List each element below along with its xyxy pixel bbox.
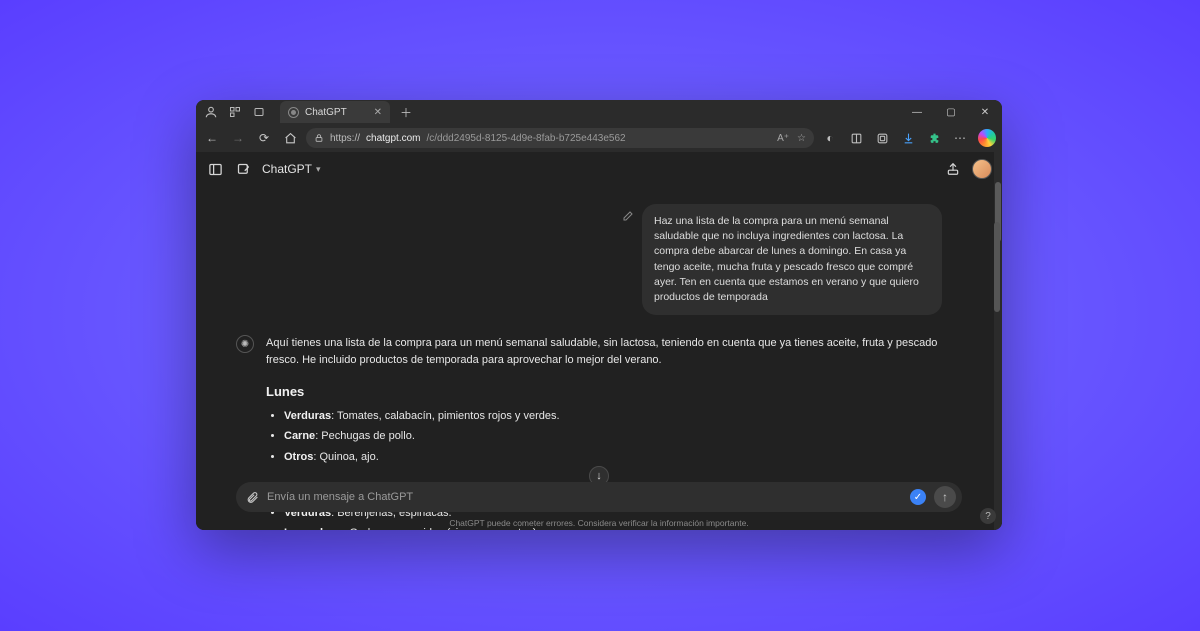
browser-essentials-icon[interactable]: [872, 128, 892, 148]
extensions-icon[interactable]: [924, 128, 944, 148]
more-icon[interactable]: ⋯: [950, 128, 970, 148]
new-tab-button[interactable]: ＋: [396, 102, 416, 122]
url-box[interactable]: https:// chatgpt.com/c/ddd2495d-8125-4d9e…: [306, 128, 814, 148]
assistant-avatar-icon: ✺: [236, 335, 254, 353]
assistant-intro-text: Aquí tienes una lista de la compra para …: [266, 335, 942, 368]
item-value: : Quinoa, ajo.: [313, 451, 378, 463]
list-item: Verduras: Tomates, calabacín, pimientos …: [284, 408, 942, 425]
nav-refresh-button[interactable]: ⟳: [254, 128, 274, 148]
url-scheme: https://: [330, 133, 360, 144]
list-item: Otros: Quinoa, ajo.: [284, 449, 942, 466]
attach-file-icon[interactable]: [246, 491, 259, 504]
disclaimer-text: ChatGPT puede cometer errores. Considera…: [196, 518, 1002, 528]
chevron-down-icon: ▾: [316, 164, 321, 175]
url-right-icons: A⁺ ☆: [777, 133, 806, 144]
url-host: chatgpt.com: [366, 133, 420, 144]
nav-home-button[interactable]: [280, 128, 300, 148]
message-composer: ✓ ↑: [236, 482, 962, 512]
item-label: Carne: [284, 430, 315, 442]
tab-actions-icon[interactable]: [252, 105, 266, 119]
share-icon[interactable]: [944, 160, 962, 178]
url-path: /c/ddd2495d-8125-4d9e-8fab-b725e443e562: [427, 133, 626, 144]
user-avatar[interactable]: [972, 159, 992, 179]
window-titlebar: ChatGPT ✕ ＋ — ▢ ✕: [196, 100, 1002, 124]
copilot-icon[interactable]: [978, 129, 996, 147]
model-selector[interactable]: ChatGPT ▾: [262, 162, 321, 176]
edit-message-icon[interactable]: [622, 210, 634, 222]
app-header: ChatGPT ▾: [196, 152, 1002, 186]
message-input[interactable]: [267, 491, 902, 503]
window-minimize-button[interactable]: —: [900, 100, 934, 124]
item-label: Otros: [284, 451, 313, 463]
verified-badge-icon[interactable]: ✓: [910, 489, 926, 505]
lock-icon: [314, 133, 324, 143]
model-label: ChatGPT: [262, 162, 312, 176]
read-aloud-icon[interactable]: A⁺: [777, 133, 789, 144]
chat-scrollbar[interactable]: [994, 222, 1000, 312]
help-label: ?: [985, 511, 991, 522]
window-maximize-button[interactable]: ▢: [934, 100, 968, 124]
user-message-row: Haz una lista de la compra para un menú …: [236, 204, 942, 315]
day-list-lunes: Verduras: Tomates, calabacín, pimientos …: [266, 408, 942, 466]
profile-icon[interactable]: [204, 105, 218, 119]
user-message-text: Haz una lista de la compra para un menú …: [654, 215, 919, 303]
tab-favicon-icon: [288, 107, 299, 118]
window-controls: — ▢ ✕: [900, 100, 1002, 124]
collections-icon[interactable]: [846, 128, 866, 148]
new-chat-icon[interactable]: [234, 160, 252, 178]
tab-title: ChatGPT: [305, 107, 347, 118]
browser-tab[interactable]: ChatGPT ✕: [280, 101, 390, 123]
workspaces-icon[interactable]: [228, 105, 242, 119]
sidebar-toggle-icon[interactable]: [206, 160, 224, 178]
favorite-icon[interactable]: ☆: [797, 133, 806, 144]
browser-window: ChatGPT ✕ ＋ — ▢ ✕ ← → ⟳ https:// chatgpt.…: [196, 100, 1002, 530]
item-label: Verduras: [284, 410, 331, 422]
day-heading-lunes: Lunes: [266, 382, 942, 402]
downloads-icon[interactable]: [898, 128, 918, 148]
user-message-bubble: Haz una lista de la compra para un menú …: [642, 204, 942, 315]
titlebar-left-icons: [204, 105, 266, 119]
chatgpt-app: ChatGPT ▾ Haz una lista de la compra par…: [196, 152, 1002, 530]
item-value: : Tomates, calabacín, pimientos rojos y …: [331, 410, 559, 422]
item-value: : Pechugas de pollo.: [315, 430, 415, 442]
nav-forward-button[interactable]: →: [228, 128, 248, 148]
help-button[interactable]: ?: [980, 508, 996, 524]
tab-close-icon[interactable]: ✕: [374, 107, 382, 118]
list-item: Carne: Pechugas de pollo.: [284, 428, 942, 445]
nav-back-button[interactable]: ←: [202, 128, 222, 148]
chat-area: Haz una lista de la compra para un menú …: [196, 186, 1002, 530]
extensions-split-icon[interactable]: ◐: [820, 128, 840, 148]
address-bar: ← → ⟳ https:// chatgpt.com/c/ddd2495d-812…: [196, 124, 1002, 152]
window-close-button[interactable]: ✕: [968, 100, 1002, 124]
page-content: ChatGPT ▾ Haz una lista de la compra par…: [196, 152, 1002, 530]
send-button[interactable]: ↑: [934, 486, 956, 508]
